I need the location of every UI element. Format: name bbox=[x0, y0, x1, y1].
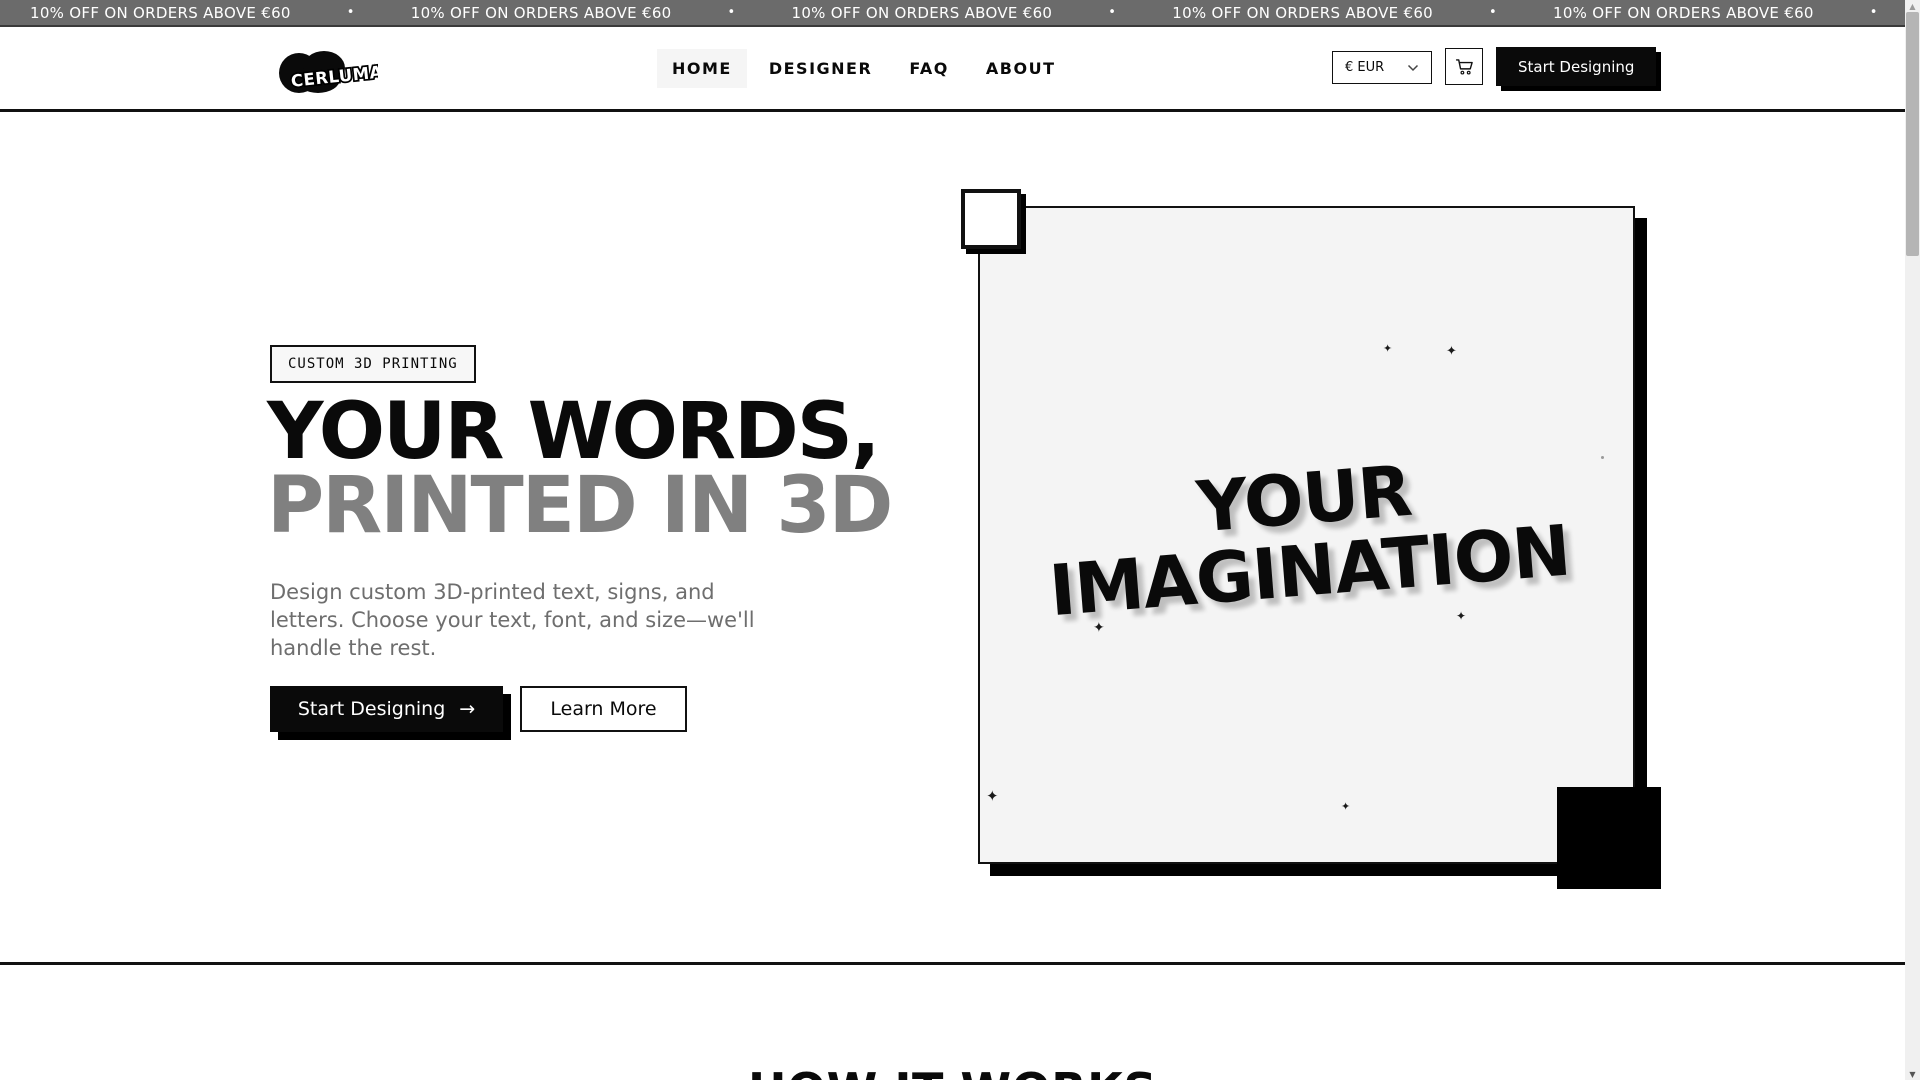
announcement-separator: • bbox=[1869, 5, 1878, 20]
scrollbar-down-arrow-icon[interactable]: ▼ bbox=[1905, 1070, 1920, 1079]
page-scrollbar[interactable]: ▲ ▼ bbox=[1905, 0, 1920, 1080]
section-divider bbox=[0, 962, 1905, 965]
announcement-message: 10% OFF ON ORDERS ABOVE €60 bbox=[410, 3, 672, 22]
nav-item-faq[interactable]: FAQ bbox=[894, 49, 964, 88]
announcement-bar: 10% OFF ON ORDERS ABOVE €60 • 10% OFF ON… bbox=[0, 0, 1920, 27]
start-designing-hero-button[interactable]: Start Designing → bbox=[270, 686, 503, 732]
site-header: CERLUMA HOME DESIGNER FAQ ABOUT € EUR St… bbox=[0, 27, 1920, 112]
scrollbar-up-arrow-icon[interactable]: ▲ bbox=[1905, 2, 1920, 11]
hero-buttons: Start Designing → Learn More bbox=[270, 686, 687, 732]
announcement-message: 10% OFF ON ORDERS ABOVE €60 bbox=[30, 3, 291, 22]
hero-section: CUSTOM 3D PRINTING YOUR WORDS, PRINTED I… bbox=[0, 112, 1920, 962]
start-designing-header-button[interactable]: Start Designing bbox=[1496, 47, 1657, 86]
cart-button[interactable] bbox=[1445, 48, 1483, 85]
announcement-separator: • bbox=[727, 5, 736, 20]
announcement-separator: • bbox=[1108, 5, 1117, 20]
hero-badge: CUSTOM 3D PRINTING bbox=[270, 345, 476, 383]
learn-more-button[interactable]: Learn More bbox=[520, 686, 687, 732]
announcement-message: 10% OFF ON ORDERS ABOVE €60 bbox=[1553, 3, 1814, 22]
hero-artwork-text: YOUR IMAGINATION bbox=[1041, 443, 1572, 632]
decorative-square-white bbox=[961, 189, 1021, 249]
announcement-message: 10% OFF ON ORDERS ABOVE €60 bbox=[1172, 3, 1434, 22]
dot-speck bbox=[1601, 456, 1604, 459]
chevron-down-icon bbox=[1407, 64, 1419, 71]
arrow-right-icon: → bbox=[459, 698, 476, 720]
sparkle-icon: ✦ bbox=[1093, 620, 1105, 636]
main-nav: HOME DESIGNER FAQ ABOUT bbox=[657, 49, 1070, 88]
start-designing-hero-label: Start Designing bbox=[297, 698, 446, 720]
decorative-square-black bbox=[1557, 787, 1661, 889]
announcement-message: 10% OFF ON ORDERS ABOVE €60 bbox=[791, 3, 1053, 22]
how-it-works-title: HOW IT WORKS bbox=[0, 1063, 1905, 1080]
sparkle-icon: ✦ bbox=[1446, 344, 1457, 359]
sparkle-icon: ✦ bbox=[1341, 800, 1351, 813]
brand-logo-blob: CERLUMA bbox=[279, 51, 378, 93]
hero-description: Design custom 3D-printed text, signs, an… bbox=[270, 580, 755, 660]
cart-icon bbox=[1455, 59, 1473, 75]
hero-artwork-frame: YOUR IMAGINATION bbox=[978, 206, 1635, 864]
sparkle-icon: ✦ bbox=[1456, 609, 1467, 623]
nav-item-about[interactable]: ABOUT bbox=[971, 49, 1071, 88]
nav-item-home[interactable]: HOME bbox=[657, 49, 747, 88]
nav-item-designer[interactable]: DESIGNER bbox=[754, 49, 887, 88]
scrollbar-thumb[interactable] bbox=[1906, 12, 1919, 256]
announcement-separator: • bbox=[346, 5, 355, 20]
brand-logo[interactable]: CERLUMA bbox=[278, 49, 378, 95]
sparkle-icon: ✦ bbox=[1383, 342, 1393, 355]
currency-selector[interactable]: € EUR bbox=[1332, 51, 1432, 84]
sparkle-icon: ✦ bbox=[986, 787, 999, 805]
hero-title: YOUR WORDS, PRINTED IN 3D bbox=[267, 393, 893, 545]
currency-value: € EUR bbox=[1345, 60, 1385, 75]
hero-title-line2: PRINTED IN 3D bbox=[267, 461, 893, 551]
announcement-separator: • bbox=[1489, 5, 1497, 20]
